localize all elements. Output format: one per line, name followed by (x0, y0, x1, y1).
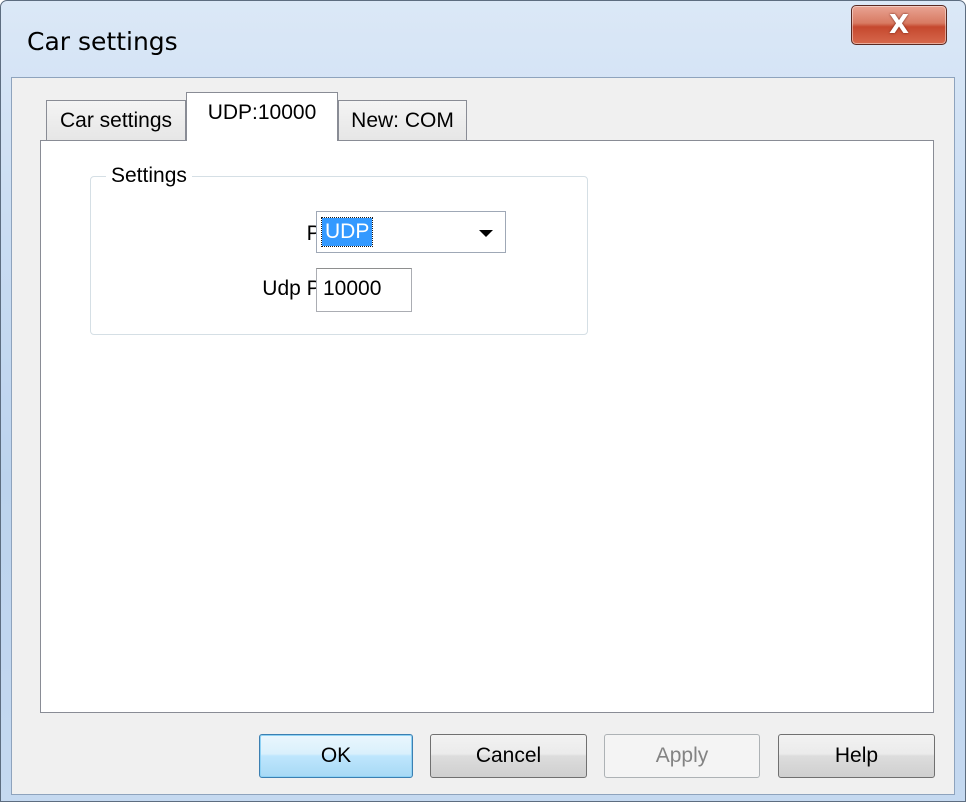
tab-panel: Settings Port: UDP Udp Port: 10000 (40, 140, 934, 713)
close-button[interactable]: X (851, 5, 947, 45)
tab-car-settings[interactable]: Car settings (46, 100, 186, 140)
udp-port-input[interactable]: 10000 (316, 268, 412, 312)
chevron-down-icon[interactable] (479, 230, 493, 237)
settings-groupbox: Settings Port: UDP Udp Port: 10000 (90, 164, 588, 335)
title-bar[interactable]: Car settings X (1, 1, 965, 81)
tab-udp-10000[interactable]: UDP:10000 (186, 92, 338, 141)
close-icon: X (888, 10, 910, 40)
apply-button[interactable]: Apply (604, 734, 760, 778)
port-dropdown-value: UDP (320, 217, 374, 247)
dialog-window: Car settings X Car settings UDP:10000 Ne… (0, 0, 966, 802)
cancel-button[interactable]: Cancel (430, 734, 587, 778)
settings-group-label: Settings (106, 164, 192, 188)
ok-button[interactable]: OK (259, 734, 413, 778)
port-dropdown[interactable]: UDP (316, 211, 506, 253)
help-button[interactable]: Help (778, 734, 935, 778)
tab-new-com[interactable]: New: COM (338, 100, 467, 140)
window-title: Car settings (27, 27, 178, 56)
dialog-client-area: Car settings UDP:10000 New: COM Settings… (11, 77, 955, 795)
